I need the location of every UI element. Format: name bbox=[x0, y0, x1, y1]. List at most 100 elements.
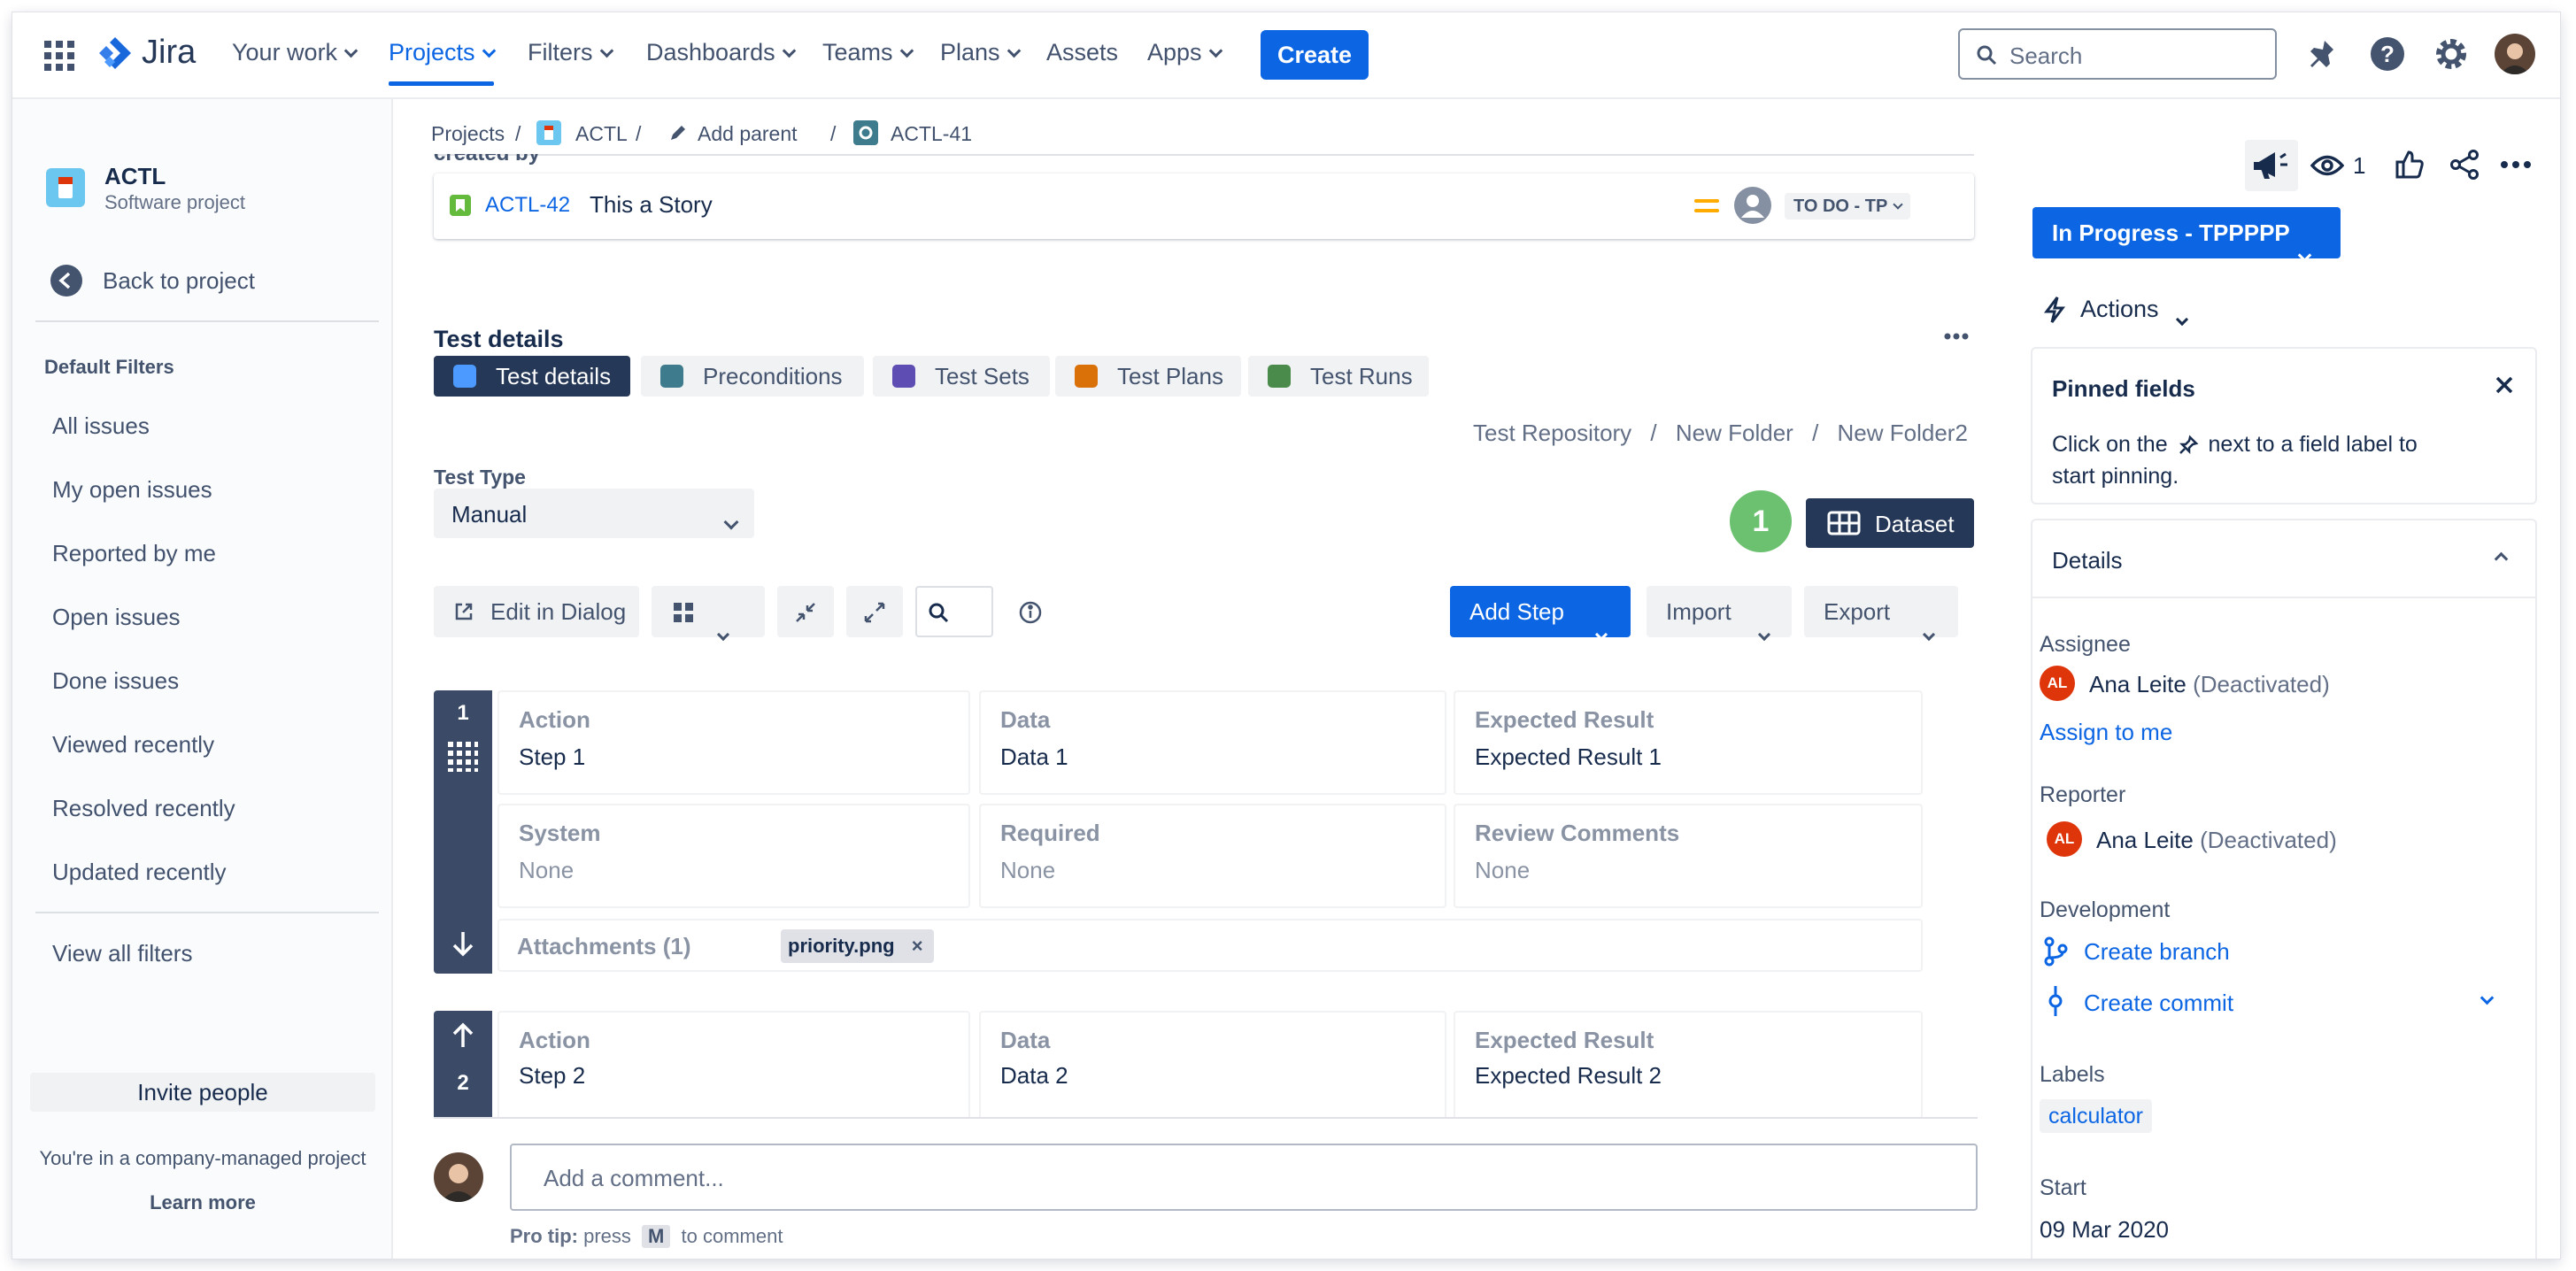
step-1-required-cell[interactable]: Required None bbox=[979, 804, 1446, 908]
step-2-rail[interactable]: 2 bbox=[434, 1011, 492, 1117]
move-down-arrow-icon[interactable] bbox=[451, 929, 474, 958]
nav-apps[interactable]: Apps bbox=[1147, 39, 1222, 66]
nav-teams[interactable]: Teams bbox=[822, 39, 914, 66]
filter-resolved-recently[interactable]: Resolved recently bbox=[52, 795, 235, 822]
filter-all-issues[interactable]: All issues bbox=[52, 412, 150, 440]
attachment-chip[interactable]: priority.png × bbox=[781, 929, 934, 963]
move-up-arrow-icon[interactable] bbox=[451, 1021, 474, 1050]
watch-button[interactable]: 1 bbox=[2310, 149, 2374, 184]
repo-path-subfolder[interactable]: New Folder2 bbox=[1838, 420, 1968, 446]
company-managed-note: You're in a company-managed project bbox=[39, 1147, 366, 1169]
step-2-expected-cell[interactable]: Expected Result Expected Result 2 bbox=[1454, 1011, 1923, 1117]
tab-test-details[interactable]: Test details bbox=[434, 356, 630, 397]
repo-path-folder[interactable]: New Folder bbox=[1676, 420, 1793, 446]
invite-people-button[interactable]: Invite people bbox=[30, 1073, 375, 1112]
assign-to-me-link[interactable]: Assign to me bbox=[2040, 719, 2172, 746]
learn-more-link[interactable]: Learn more bbox=[12, 1191, 393, 1214]
add-step-button[interactable]: Add Step bbox=[1450, 586, 1631, 642]
test-type-select[interactable]: Manual bbox=[434, 489, 754, 538]
pro-tip-press: press bbox=[583, 1225, 631, 1247]
comment-input[interactable]: Add a comment... bbox=[510, 1144, 1978, 1211]
share-icon[interactable] bbox=[2449, 149, 2480, 181]
edit-in-dialog-button[interactable]: Edit in Dialog bbox=[434, 586, 639, 637]
tab-test-runs[interactable]: Test Runs bbox=[1248, 356, 1429, 397]
details-header[interactable]: Details bbox=[2032, 520, 2535, 598]
breadcrumb-project[interactable]: ACTL bbox=[575, 122, 628, 146]
jira-logo-text[interactable]: Jira bbox=[142, 34, 196, 72]
filter-reported-by-me[interactable]: Reported by me bbox=[52, 540, 216, 567]
step-1-review-cell[interactable]: Review Comments None bbox=[1454, 804, 1923, 908]
label-chip[interactable]: calculator bbox=[2040, 1099, 2152, 1133]
create-button[interactable]: Create bbox=[1261, 30, 1369, 80]
expand-button[interactable] bbox=[846, 586, 903, 637]
linked-issue-summary[interactable]: This a Story bbox=[590, 191, 713, 219]
step-1-rail[interactable]: 1 bbox=[434, 690, 492, 974]
commenter-avatar bbox=[434, 1152, 483, 1202]
view-all-filters[interactable]: View all filters bbox=[52, 940, 192, 967]
layout-switcher-button[interactable] bbox=[652, 586, 765, 642]
actions-button[interactable]: Actions bbox=[2040, 290, 2208, 329]
filter-updated-recently[interactable]: Updated recently bbox=[52, 859, 227, 886]
breadcrumb-add-parent[interactable]: Add parent bbox=[698, 122, 798, 146]
step-1-expected-cell[interactable]: Expected Result Expected Result 1 bbox=[1454, 690, 1923, 795]
info-icon[interactable] bbox=[1018, 600, 1043, 625]
export-button[interactable]: Export bbox=[1804, 586, 1958, 642]
close-icon[interactable] bbox=[2495, 375, 2514, 395]
nav-projects[interactable]: Projects bbox=[389, 39, 496, 86]
project-name[interactable]: ACTL bbox=[104, 163, 166, 190]
repo-path-root[interactable]: Test Repository bbox=[1473, 420, 1631, 446]
assignee-name[interactable]: Ana Leite (Deactivated) bbox=[2089, 671, 2330, 698]
jira-logo-icon[interactable] bbox=[94, 35, 135, 74]
comment-area-divider bbox=[434, 1117, 1978, 1119]
nav-plans[interactable]: Plans bbox=[940, 39, 1021, 66]
step-1-system-cell[interactable]: System None bbox=[497, 804, 970, 908]
more-actions-icon[interactable] bbox=[2500, 156, 2532, 173]
tab-preconditions[interactable]: Preconditions bbox=[641, 356, 864, 397]
more-options-icon[interactable] bbox=[1942, 327, 1971, 345]
create-branch-link[interactable]: Create branch bbox=[2084, 938, 2230, 966]
nav-dashboards[interactable]: Dashboards bbox=[646, 39, 796, 66]
dataset-button[interactable]: Dataset bbox=[1806, 498, 1974, 548]
feedback-megaphone-icon[interactable] bbox=[2245, 140, 2298, 191]
tab-test-sets[interactable]: Test Sets bbox=[873, 356, 1050, 397]
filter-done-issues[interactable]: Done issues bbox=[52, 667, 179, 695]
nav-assets[interactable]: Assets bbox=[1046, 39, 1118, 66]
step-2-action-value: Step 2 bbox=[519, 1062, 586, 1089]
drag-handle-icon[interactable] bbox=[446, 740, 480, 774]
create-commit-link[interactable]: Create commit bbox=[2084, 990, 2233, 1017]
step-1-data-cell[interactable]: Data Data 1 bbox=[979, 690, 1446, 795]
back-to-project[interactable]: Back to project bbox=[50, 264, 368, 299]
step-2-index: 2 bbox=[457, 1071, 469, 1095]
collapse-button[interactable] bbox=[777, 586, 834, 637]
linked-issue-status[interactable]: TO DO - TP bbox=[1785, 193, 1911, 220]
breadcrumb-issue-key[interactable]: ACTL-41 bbox=[891, 122, 972, 146]
filter-my-open-issues[interactable]: My open issues bbox=[52, 476, 212, 504]
steps-search-input[interactable] bbox=[915, 586, 993, 637]
nav-filters[interactable]: Filters bbox=[528, 39, 613, 66]
filter-viewed-recently[interactable]: Viewed recently bbox=[52, 731, 214, 759]
project-avatar-icon[interactable] bbox=[46, 168, 85, 207]
help-icon[interactable]: ? bbox=[2369, 35, 2406, 73]
search-input[interactable]: Search bbox=[1958, 28, 2277, 80]
tab-test-plans[interactable]: Test Plans bbox=[1055, 356, 1241, 397]
start-date-value[interactable]: 09 Mar 2020 bbox=[2040, 1216, 2169, 1244]
linked-issue-key[interactable]: ACTL-42 bbox=[485, 193, 570, 218]
breadcrumb-projects[interactable]: Projects bbox=[431, 122, 505, 146]
linked-issue-row[interactable]: ACTL-42 This a Story TO DO - TP bbox=[434, 173, 1974, 239]
nav-your-work[interactable]: Your work bbox=[232, 39, 359, 66]
expand-icon bbox=[862, 600, 887, 625]
reporter-name[interactable]: Ana Leite (Deactivated) bbox=[2096, 827, 2337, 854]
filter-open-issues[interactable]: Open issues bbox=[52, 604, 181, 631]
remove-attachment-icon[interactable]: × bbox=[912, 929, 923, 963]
step-2-data-cell[interactable]: Data Data 2 bbox=[979, 1011, 1446, 1117]
vote-thumbs-up-icon[interactable] bbox=[2394, 149, 2426, 181]
settings-gear-icon[interactable] bbox=[2433, 35, 2470, 73]
import-button[interactable]: Import bbox=[1647, 586, 1792, 642]
user-avatar[interactable] bbox=[2495, 34, 2535, 74]
step-2-action-cell[interactable]: Action Step 2 bbox=[497, 1011, 970, 1117]
step-1-action-cell[interactable]: Action Step 1 bbox=[497, 690, 970, 795]
status-transition-button[interactable]: In Progress - TPPPPP bbox=[2032, 207, 2341, 263]
notifications-icon[interactable] bbox=[2305, 37, 2337, 73]
app-switcher-icon[interactable] bbox=[44, 41, 74, 71]
test-sets-icon bbox=[892, 365, 915, 388]
